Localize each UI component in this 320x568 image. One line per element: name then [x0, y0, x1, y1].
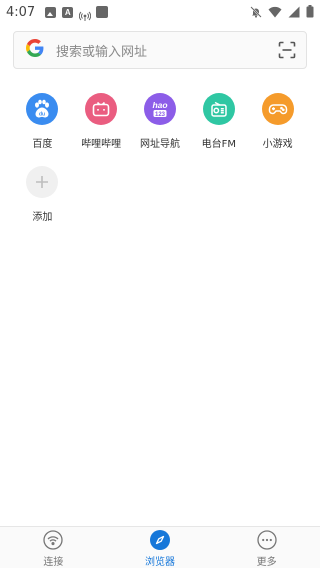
shortcut-label: 添加 — [32, 212, 53, 223]
app-square-icon — [96, 6, 109, 18]
wifi-icon — [268, 3, 282, 22]
status-bar: 4:07 A — [0, 0, 320, 24]
hotspot-icon — [79, 7, 92, 21]
shortcut-label: 电台FM — [201, 139, 236, 150]
bell-off-icon — [250, 3, 262, 22]
svg-text:hao: hao — [152, 100, 167, 110]
svg-text:123: 123 — [155, 112, 166, 118]
shortcut-bilibili[interactable]: 哔哩哔哩 — [72, 93, 131, 150]
more-dots-icon — [257, 529, 277, 550]
nav-label: 连接 — [43, 556, 64, 568]
image-icon — [45, 6, 57, 18]
shortcut-minigame[interactable]: 小游戏 — [248, 93, 307, 150]
wifi-connect-icon — [43, 529, 63, 550]
nav-connect[interactable]: 连接 — [0, 527, 107, 568]
status-right — [250, 3, 314, 22]
nav-browser[interactable]: 浏览器 — [107, 527, 214, 568]
google-g-logo — [26, 39, 44, 61]
shortcut-label: 百度 — [32, 139, 53, 150]
signal-icon — [288, 3, 300, 22]
nav-label: 更多 — [256, 556, 277, 568]
shortcut-radio[interactable]: 电台FM — [189, 93, 248, 150]
shortcut-baidu[interactable]: du 百度 — [13, 93, 72, 150]
baidu-paw-icon: du — [26, 93, 59, 125]
search-bar[interactable]: 搜索或输入网址 — [13, 31, 307, 69]
scan-icon[interactable] — [278, 41, 296, 59]
shortcut-grid: du 百度 哔哩哔哩 hao 123 网址导航 电台FM 小游戏 添加 — [13, 93, 307, 223]
shortcut-label: 小游戏 — [262, 139, 293, 150]
hao123-icon: hao 123 — [143, 93, 176, 125]
plus-icon — [26, 166, 59, 198]
compass-icon — [150, 529, 170, 550]
status-left: 4:07 A — [6, 4, 109, 21]
search-input[interactable]: 搜索或输入网址 — [56, 41, 278, 60]
bottom-nav: 连接 浏览器 更多 — [0, 526, 320, 568]
nav-label: 浏览器 — [145, 556, 175, 568]
add-shortcut-button[interactable]: 添加 — [13, 166, 72, 223]
radio-icon — [202, 93, 235, 125]
a-icon: A — [62, 6, 74, 18]
shortcut-row: 添加 — [13, 166, 307, 223]
bilibili-tv-icon — [85, 93, 118, 125]
status-time: 4:07 — [6, 4, 36, 20]
svg-text:du: du — [39, 112, 45, 118]
nav-more[interactable]: 更多 — [213, 527, 320, 568]
gamepad-icon — [261, 93, 294, 125]
battery-icon — [306, 3, 314, 22]
shortcut-label: 网址导航 — [139, 139, 180, 150]
shortcut-label: 哔哩哔哩 — [81, 139, 122, 150]
shortcut-row: du 百度 哔哩哔哩 hao 123 网址导航 电台FM 小游戏 — [13, 93, 307, 150]
shortcut-hao123[interactable]: hao 123 网址导航 — [131, 93, 190, 150]
